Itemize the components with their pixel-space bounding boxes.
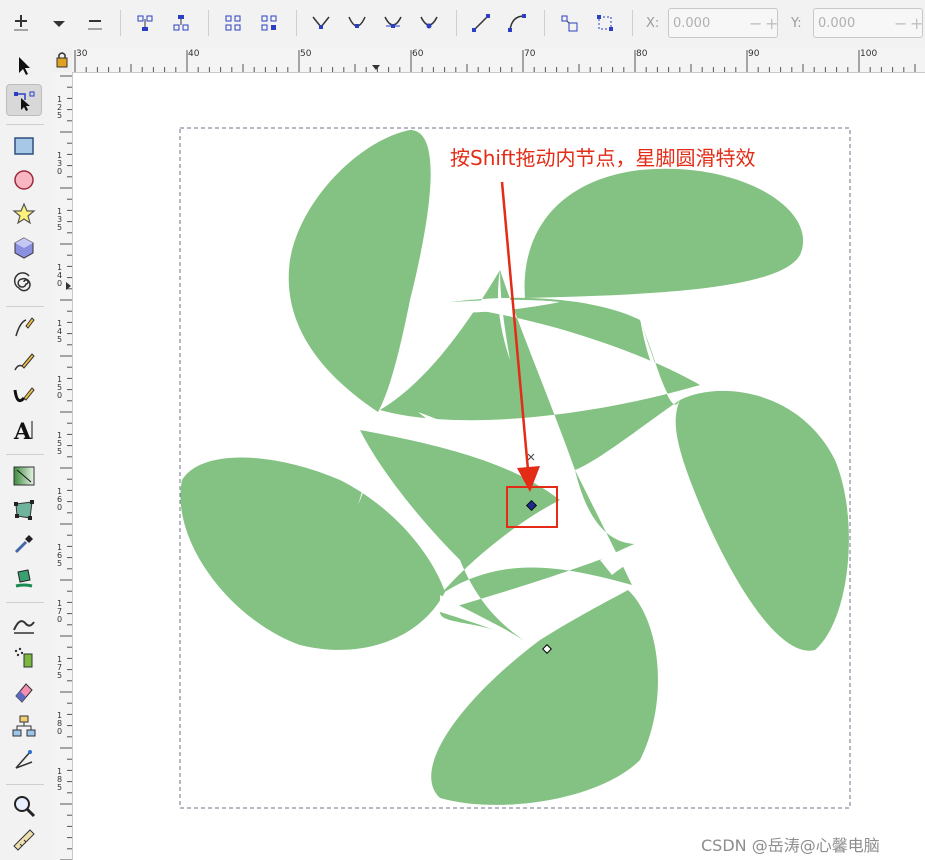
v-ruler-label: 185 (57, 767, 62, 792)
x-coordinate-label: X: (646, 16, 660, 31)
v-ruler-label: 160 (57, 487, 62, 512)
insert-node-dropdown-icon[interactable] (44, 8, 74, 38)
y-coordinate-label: Y: (791, 16, 802, 31)
annotation-text: 按Shift拖动内节点，星脚圆滑特效 (450, 146, 756, 170)
vertical-ruler[interactable]: 125 130 135 140 145 150 155 160 165 170 175 180 185 (52, 72, 73, 860)
h-ruler-label: 100 (860, 49, 878, 59)
v-ruler-label: 125 (57, 95, 62, 120)
v-ruler-label: 165 (57, 543, 62, 568)
join-segment-icon[interactable] (218, 8, 248, 38)
tweak-tool-icon[interactable] (6, 608, 42, 640)
delete-node-icon[interactable] (80, 8, 110, 38)
ruler-pointer-icon (372, 65, 380, 70)
toolbox: A (0, 48, 53, 860)
pencil-tool-icon[interactable] (6, 346, 42, 378)
star-tool-icon[interactable] (6, 198, 42, 230)
star-shape[interactable] (180, 130, 849, 805)
h-ruler-label: 60 (412, 49, 424, 59)
drawing-canvas[interactable] (73, 73, 925, 860)
x-coordinate-value: 0.000 (673, 16, 711, 31)
connector-tool-icon[interactable] (6, 710, 42, 742)
spray-tool-icon[interactable] (6, 642, 42, 674)
break-path-icon[interactable] (166, 8, 196, 38)
text-tool-icon[interactable]: A (6, 414, 42, 446)
paint-bucket-tool-icon[interactable] (6, 562, 42, 594)
v-ruler-label: 135 (57, 207, 62, 232)
y-decrement-button[interactable]: − (894, 14, 907, 33)
segment-curve-icon[interactable] (502, 8, 532, 38)
v-ruler-label: 155 (57, 431, 62, 456)
object-to-path-icon[interactable] (554, 8, 584, 38)
eraser-tool-icon[interactable] (6, 676, 42, 708)
3d-box-tool-icon[interactable] (6, 232, 42, 264)
ruler-tool-icon[interactable] (6, 824, 42, 856)
v-ruler-label: 140 (57, 263, 62, 288)
dropper-tool-icon[interactable] (6, 528, 42, 560)
y-coordinate-field[interactable]: 0.000 − + (813, 8, 923, 38)
y-increment-button[interactable]: + (910, 14, 923, 33)
x-coordinate-field[interactable]: 0.000 − + (668, 8, 778, 38)
stroke-to-path-icon[interactable] (590, 8, 620, 38)
h-ruler-label: 80 (636, 49, 648, 59)
h-ruler-label: 30 (76, 49, 88, 59)
mesh-tool-icon[interactable] (6, 494, 42, 526)
delete-segment-icon[interactable] (254, 8, 284, 38)
star-arm (675, 390, 849, 651)
segment-line-icon[interactable] (466, 8, 496, 38)
star-arm (524, 168, 804, 298)
y-coordinate-value: 0.000 (818, 16, 856, 31)
rectangle-tool-icon[interactable] (6, 130, 42, 162)
horizontal-ruler[interactable]: 30 40 50 60 70 80 90 100 (72, 48, 925, 73)
node-tool-icon[interactable] (6, 84, 42, 116)
x-increment-button[interactable]: + (765, 14, 778, 33)
h-ruler-label: 70 (524, 49, 536, 59)
h-ruler-label: 40 (188, 49, 200, 59)
node-smooth-icon[interactable] (342, 8, 372, 38)
selector-tool-icon[interactable] (6, 50, 42, 82)
ellipse-tool-icon[interactable] (6, 164, 42, 196)
center-cross-icon (527, 453, 535, 461)
watermark-text: CSDN @岳涛@心馨电脑 (701, 836, 880, 855)
node-auto-smooth-icon[interactable] (414, 8, 444, 38)
star-arm (288, 130, 431, 412)
v-ruler-label: 170 (57, 599, 62, 624)
h-ruler-label: 90 (748, 49, 760, 59)
v-ruler-label: 180 (57, 711, 62, 736)
gradient-tool-icon[interactable] (6, 460, 42, 492)
v-ruler-label: 175 (57, 655, 62, 680)
tool-controls-bar: X: 0.000 − + Y: 0.000 − + (0, 0, 925, 49)
v-ruler-label: 150 (57, 375, 62, 400)
measure-tool-icon[interactable] (6, 744, 42, 776)
x-decrement-button[interactable]: − (749, 14, 762, 33)
insert-node-icon[interactable] (6, 8, 36, 38)
zoom-tool-icon[interactable] (6, 790, 42, 822)
join-nodes-icon[interactable] (130, 8, 160, 38)
svg-text:A: A (13, 419, 32, 442)
v-ruler-label: 130 (57, 151, 62, 176)
node-cusp-icon[interactable] (306, 8, 336, 38)
spiral-tool-icon[interactable] (6, 266, 42, 298)
v-ruler-label: 145 (57, 319, 62, 344)
node-symmetric-icon[interactable] (378, 8, 408, 38)
ruler-lock-icon[interactable] (52, 48, 72, 72)
pen-tool-icon[interactable] (6, 312, 42, 344)
h-ruler-label: 50 (300, 49, 312, 59)
calligraphy-tool-icon[interactable] (6, 380, 42, 412)
